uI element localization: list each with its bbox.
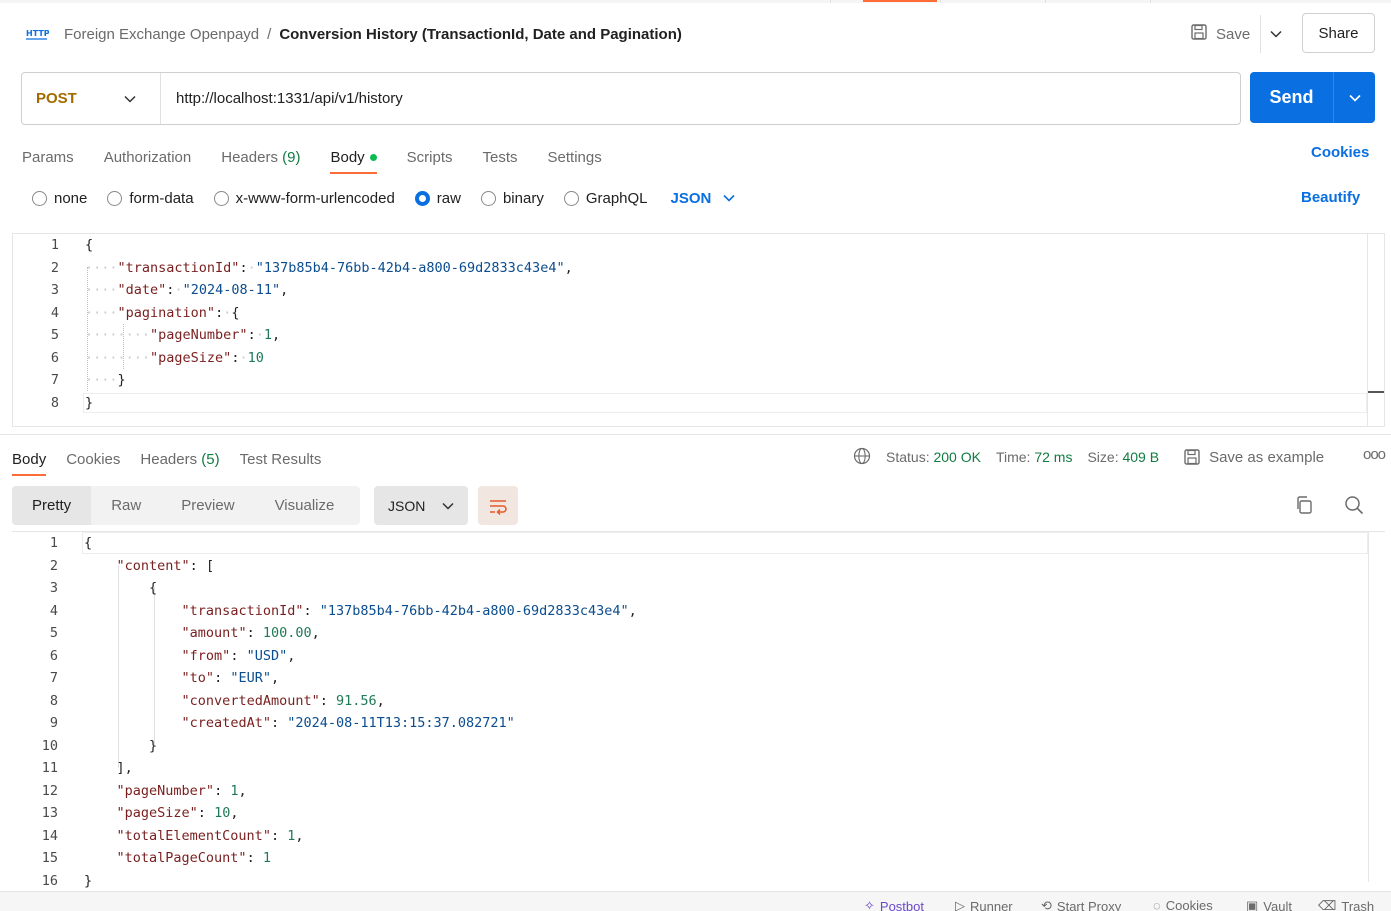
- chevron-down-icon: [442, 502, 454, 510]
- chevron-down-icon: [1348, 94, 1361, 102]
- cookie-icon: ◌: [1153, 898, 1161, 911]
- tab-body[interactable]: Body: [330, 142, 377, 174]
- share-button[interactable]: Share: [1302, 13, 1375, 53]
- save-as-example-button[interactable]: Save as example: [1183, 448, 1324, 466]
- svg-text:HTTP: HTTP: [26, 29, 49, 38]
- chevron-down-icon: [1270, 30, 1282, 38]
- current-line-highlight: [83, 393, 1367, 413]
- view-visualize[interactable]: Visualize: [255, 486, 355, 525]
- send-button[interactable]: Send: [1250, 72, 1333, 123]
- status-info[interactable]: Status: 200 OK: [886, 449, 981, 465]
- send-options-button[interactable]: [1333, 72, 1375, 123]
- footer-postbot[interactable]: ✧ Postbot: [864, 898, 924, 911]
- save-options-button[interactable]: [1261, 15, 1291, 53]
- response-tab-headers[interactable]: Headers (5): [140, 446, 219, 472]
- status-footer: ✧ Postbot ▷ Runner ⟲ Start Proxy ◌ Cookies ▣…: [0, 891, 1391, 911]
- footer-trash[interactable]: ⌫ Trash: [1318, 898, 1374, 911]
- response-status-bar: Status: 200 OK Time: 72 ms Size: 409 B S…: [853, 446, 1324, 468]
- chevron-down-icon: [124, 95, 136, 103]
- radio-none[interactable]: none: [32, 190, 87, 207]
- save-group: Save: [1180, 14, 1291, 54]
- breadcrumb: HTTP Foreign Exchange Openpayd / Convers…: [24, 22, 682, 46]
- tab-params[interactable]: Params: [22, 142, 74, 172]
- globe-icon[interactable]: [853, 447, 871, 468]
- view-raw[interactable]: Raw: [91, 486, 161, 525]
- response-format-dropdown[interactable]: JSON: [374, 486, 468, 525]
- cookies-link[interactable]: Cookies: [1311, 144, 1369, 161]
- radio-graphql[interactable]: GraphQL: [563, 190, 648, 207]
- response-tabs: Body Cookies Headers (5) Test Results: [12, 446, 341, 476]
- vault-icon: ▣: [1246, 898, 1259, 911]
- request-title[interactable]: Conversion History (TransactionId, Date …: [279, 26, 682, 43]
- chevron-down-icon: [723, 194, 735, 202]
- view-preview[interactable]: Preview: [161, 486, 254, 525]
- postman-window: HTTP Foreign Exchange Openpayd / Convers…: [0, 0, 1391, 911]
- raw-format-dropdown[interactable]: JSON: [671, 190, 736, 207]
- breadcrumb-separator: /: [267, 25, 272, 43]
- top-tab-strip: [0, 0, 1391, 3]
- request-body-editor[interactable]: 1{ 2 ····"transactionId":·"137b85b4-76bb-…: [12, 233, 1385, 427]
- footer-start-proxy[interactable]: ⟲ Start Proxy: [1041, 898, 1121, 911]
- postbot-icon: ✧: [864, 898, 875, 911]
- size-info[interactable]: Size: 409 B: [1087, 449, 1159, 465]
- radio-urlencoded[interactable]: x-www-form-urlencoded: [213, 190, 395, 207]
- footer-cookies[interactable]: ◌ Cookies: [1153, 898, 1213, 911]
- response-tab-body[interactable]: Body: [12, 446, 47, 476]
- http-icon: HTTP: [24, 24, 50, 44]
- body-indicator-dot: [369, 153, 377, 161]
- search-icon[interactable]: [1344, 495, 1364, 520]
- save-label: Save: [1216, 25, 1251, 43]
- radio-binary[interactable]: binary: [480, 190, 544, 207]
- more-options-button[interactable]: ooo: [1363, 446, 1386, 463]
- headers-count: (9): [282, 148, 301, 166]
- send-button-group: Send: [1250, 72, 1375, 123]
- time-info[interactable]: Time: 72 ms: [996, 449, 1073, 465]
- current-line-highlight: [82, 532, 1368, 554]
- footer-vault[interactable]: ▣ Vault: [1246, 898, 1292, 911]
- active-tab-indicator: [863, 0, 937, 2]
- footer-runner[interactable]: ▷ Runner: [955, 898, 1013, 911]
- runner-icon: ▷: [955, 898, 965, 911]
- tab-scripts[interactable]: Scripts: [407, 142, 453, 172]
- tab-authorization[interactable]: Authorization: [104, 142, 192, 172]
- save-button[interactable]: Save: [1180, 15, 1260, 53]
- trash-icon: ⌫: [1318, 898, 1337, 911]
- response-divider[interactable]: [0, 434, 1391, 435]
- breadcrumb-collection[interactable]: Foreign Exchange Openpayd: [64, 26, 259, 43]
- response-view-tabs: Pretty Raw Preview Visualize: [12, 486, 360, 525]
- save-icon: [1190, 23, 1208, 45]
- wrap-lines-button[interactable]: [478, 486, 518, 525]
- method-select[interactable]: POST: [22, 73, 161, 124]
- copy-icon[interactable]: [1294, 495, 1314, 520]
- body-type-selector: none form-data x-www-form-urlencoded raw…: [32, 186, 735, 210]
- radio-form-data[interactable]: form-data: [107, 190, 194, 207]
- url-input[interactable]: http://localhost:1331/api/v1/history: [161, 90, 403, 107]
- response-tab-cookies[interactable]: Cookies: [66, 446, 120, 472]
- url-bar: POST http://localhost:1331/api/v1/histor…: [21, 72, 1241, 125]
- response-tab-test-results[interactable]: Test Results: [240, 446, 322, 472]
- request-tabs: Params Authorization Headers (9) Body Sc…: [22, 142, 632, 174]
- tab-settings[interactable]: Settings: [548, 142, 602, 172]
- wrap-lines-icon: [490, 499, 507, 515]
- save-icon: [1184, 449, 1200, 465]
- view-pretty[interactable]: Pretty: [12, 486, 92, 525]
- method-label: POST: [36, 90, 77, 107]
- radio-raw[interactable]: raw: [414, 190, 461, 207]
- response-body-viewer[interactable]: 1{ 2 "content": [ 3 { 4 "transactionId":…: [12, 531, 1385, 889]
- response-scrollbar[interactable]: [1368, 532, 1385, 882]
- beautify-button[interactable]: Beautify: [1301, 189, 1360, 206]
- editor-scrollbar[interactable]: [1367, 234, 1384, 426]
- proxy-icon: ⟲: [1041, 898, 1052, 911]
- tab-tests[interactable]: Tests: [483, 142, 518, 172]
- tab-headers[interactable]: Headers (9): [221, 142, 300, 172]
